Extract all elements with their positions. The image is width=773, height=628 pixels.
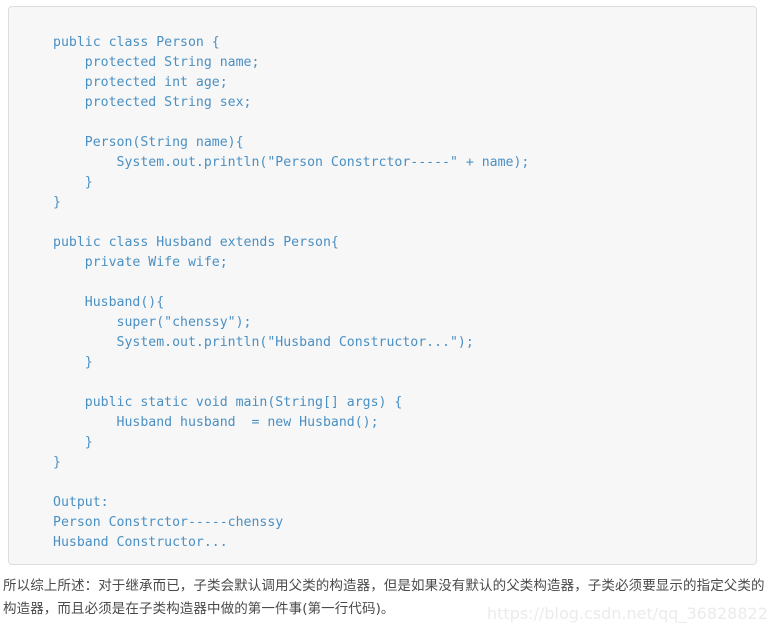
code-panel: public class Person { protected String n… [8, 6, 757, 565]
java-code-listing: public class Person { protected String n… [53, 35, 530, 550]
explanation-paragraph: 所以综上所述：对于继承而已，子类会默认调用父类的构造器，但是如果没有默认的父类构… [3, 578, 765, 617]
page-root: public class Person { protected String n… [0, 0, 773, 628]
